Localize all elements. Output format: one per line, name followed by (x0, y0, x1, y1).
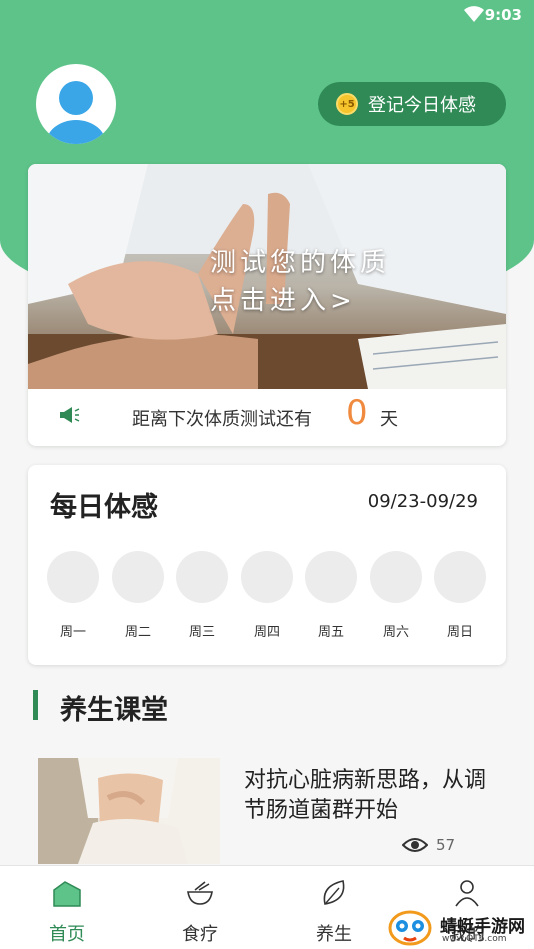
countdown-unit: 天 (380, 409, 398, 430)
tab-label: 首页 (49, 924, 85, 945)
banner-text: 测试您的体质 点击进入> (210, 244, 390, 320)
article-thumbnail (38, 758, 220, 864)
test-countdown: 距离下次体质测试还有 0 天 (28, 389, 506, 446)
watermark-url: www.QT6.com (442, 934, 507, 944)
day-label: 周五 (317, 625, 344, 640)
day-circle[interactable] (112, 551, 164, 603)
eye-icon (402, 838, 428, 852)
section-accent-bar (33, 690, 38, 720)
day-label: 周一 (59, 625, 86, 640)
day-label: 周六 (382, 625, 409, 640)
day-circle[interactable] (434, 551, 486, 603)
day-circle[interactable] (305, 551, 357, 603)
day-item-thu[interactable]: 周四 (241, 551, 293, 640)
countdown-label: 距离下次体质测试还有 (132, 409, 312, 430)
avatar[interactable] (36, 64, 116, 144)
day-label: 周二 (124, 625, 151, 640)
test-banner[interactable]: 测试您的体质 点击进入> (28, 164, 506, 389)
day-circle[interactable] (241, 551, 293, 603)
day-item-sun[interactable]: 周日 (434, 551, 486, 640)
bowl-icon (187, 881, 213, 905)
day-label: 周四 (253, 625, 280, 640)
article-title: 对抗心脏病新思路，从调节肠道菌群开始 (244, 768, 487, 823)
day-circle[interactable] (47, 551, 99, 603)
day-item-tue[interactable]: 周二 (112, 551, 164, 640)
tab-home[interactable]: 首页 (17, 866, 117, 949)
views-count: 57 (436, 836, 456, 854)
day-label: 周三 (188, 625, 215, 640)
tab-diet[interactable]: 食疗 (150, 866, 250, 949)
tab-label: 养生 (316, 924, 352, 945)
status-bar: 9:03 (0, 0, 534, 30)
day-label: 周日 (446, 625, 473, 640)
dragonfly-logo-icon (388, 910, 432, 946)
checkin-button[interactable]: +5 登记今日体感 (318, 82, 506, 126)
watermark: 蜻蜓手游网 www.QT6.com (386, 908, 534, 949)
megaphone-icon (60, 407, 80, 423)
daily-feeling-card: 每日体感 09/23-09/29 周一 周二 周三 周四 周五 周六 周日 (28, 465, 506, 665)
banner-line-2: 点击进入> (210, 286, 356, 316)
day-item-wed[interactable]: 周三 (176, 551, 228, 640)
status-time: 9:03 (484, 6, 522, 24)
user-avatar-icon (46, 81, 106, 144)
tab-wellness[interactable]: 养生 (284, 866, 384, 949)
user-icon (455, 880, 479, 907)
day-item-sat[interactable]: 周六 (370, 551, 422, 640)
checkin-label: 登记今日体感 (368, 95, 476, 116)
weekday-list: 周一 周二 周三 周四 周五 周六 周日 (47, 551, 489, 641)
daily-date-range: 09/23-09/29 (367, 491, 478, 512)
article-views: 57 (402, 836, 455, 854)
home-icon (53, 881, 81, 907)
day-item-fri[interactable]: 周五 (305, 551, 357, 640)
wifi-icon (464, 6, 484, 22)
day-item-mon[interactable]: 周一 (47, 551, 99, 640)
article-item[interactable]: 对抗心脏病新思路，从调节肠道菌群开始 57 (38, 758, 498, 864)
article-photo (38, 758, 220, 864)
day-circle[interactable] (176, 551, 228, 603)
banner-line-1: 测试您的体质 (210, 248, 391, 278)
leaf-icon (323, 880, 345, 905)
tab-label: 食疗 (182, 924, 218, 945)
coin-icon: +5 (336, 93, 358, 115)
daily-title: 每日体感 (50, 492, 158, 523)
day-circle[interactable] (370, 551, 422, 603)
countdown-value: 0 (346, 393, 368, 433)
section-title: 养生课堂 (60, 695, 168, 726)
constitution-test-card[interactable]: 测试您的体质 点击进入> 距离下次体质测试还有 0 天 (28, 164, 506, 446)
